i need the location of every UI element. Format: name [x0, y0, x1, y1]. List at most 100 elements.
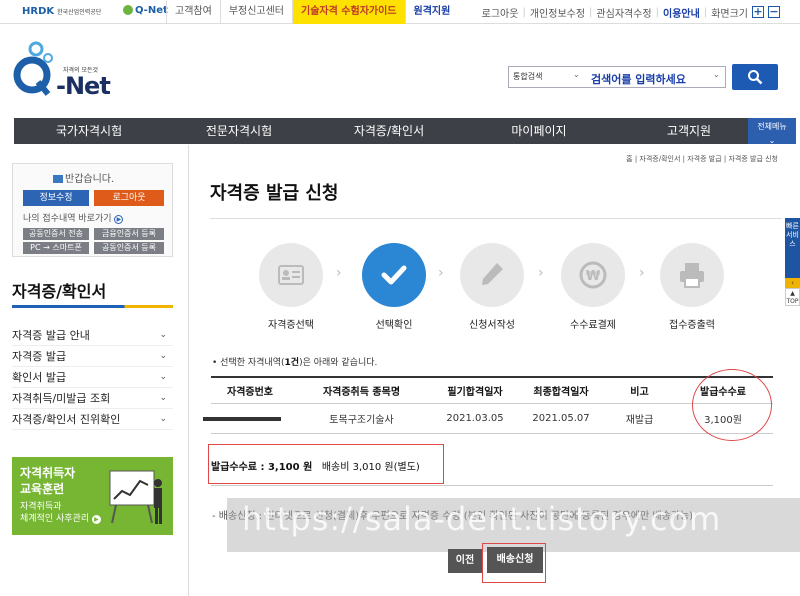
table-row: 토목구조기술사 2021.03.05 2021.05.07 재발급 3,100원 — [203, 404, 773, 434]
chevron-down-icon: ⌄ — [159, 330, 167, 340]
nav-item-professional-exam[interactable]: 전문자격시험 — [164, 118, 314, 144]
final-date-cell: 2021.05.07 — [532, 413, 590, 424]
check-icon — [362, 243, 426, 307]
search-input[interactable]: 검색어를 입력하세요 — [591, 71, 686, 87]
annotation-circle — [692, 369, 772, 441]
interest-link[interactable]: 관심자격수정 — [596, 5, 651, 20]
sidebar-item-issue[interactable]: 자격증 발급 ⌄ — [12, 346, 173, 367]
all-menu-button[interactable]: 전체메뉴 ⌄ — [748, 118, 796, 145]
nav-item-mypage[interactable]: 마이페이지 — [464, 118, 614, 144]
chevron-down-icon: ⌄ — [713, 70, 720, 79]
fee-divider — [211, 485, 773, 486]
qnet-small-logo[interactable]: Q-Net — [123, 5, 168, 16]
logout-link[interactable]: 로그아웃 — [482, 5, 519, 20]
cert-no-cell — [203, 404, 289, 433]
table-header: 자격증번호 자격증취득 종목명 필기합격일자 최종합격일자 비고 발급수수료 — [211, 376, 773, 404]
cert-transfer-button[interactable]: 공동인증서 전송 — [23, 228, 89, 240]
recent-application-link[interactable]: 나의 접수내역 바로가기 ▶ — [23, 211, 124, 224]
printer-icon — [660, 243, 724, 307]
qnet-logo[interactable]: 자격의 모든것 -Net — [10, 40, 111, 100]
usage-guide-link[interactable]: 이용안내 — [663, 5, 700, 20]
arrow-right-icon: ▶ — [114, 215, 124, 224]
svg-text:₩: ₩ — [586, 269, 601, 284]
hrdk-logo[interactable]: HRDK 한국산업인력공단 — [22, 6, 101, 17]
step-label: 접수증출력 — [669, 320, 715, 331]
nav-item-national-exam[interactable]: 국가자격시험 — [14, 118, 164, 144]
pc-to-phone-button[interactable]: PC → 스마트폰 — [23, 242, 89, 254]
cert-name-cell: 토목구조기술사 — [329, 415, 394, 426]
watermark-text: https://sala-dent.tistory.com — [242, 500, 722, 538]
delivery-fee: 배송비 3,010 원(별도) — [321, 462, 420, 473]
col-written-date: 필기합격일자 — [447, 387, 503, 398]
sidebar-title: 자격증/확인서 — [12, 282, 107, 301]
top-links: 고객참여 부정신고센터 기술자격 수험자가이드 원격지원 — [166, 0, 458, 24]
search-scope-select[interactable]: 통합검색 — [513, 71, 542, 82]
pencil-icon — [460, 243, 524, 307]
written-date-cell: 2021.03.05 — [446, 413, 504, 424]
chevron-right-icon: › — [336, 265, 342, 281]
logout-button[interactable]: 로그아웃 — [94, 190, 164, 206]
col-remark: 비고 — [630, 387, 649, 398]
zoom-out-button[interactable]: − — [768, 6, 780, 18]
top-link-report[interactable]: 부정신고센터 — [219, 0, 292, 24]
nav-item-certificate[interactable]: 자격증/확인서 — [314, 118, 464, 144]
col-final-date: 최종합격일자 — [533, 387, 589, 398]
step-payment: ₩ 수수료결제 — [558, 243, 628, 331]
prev-button[interactable]: 이전 — [448, 549, 482, 573]
chevron-down-icon: ⌄ — [159, 414, 167, 424]
chevron-down-icon: ⌄ — [159, 393, 167, 403]
public-cert-button[interactable]: 공동인증서 등록 — [94, 242, 164, 254]
chevron-right-icon: › — [639, 265, 645, 281]
title-divider — [210, 218, 782, 219]
col-cert-name: 자격증취득 종목명 — [322, 387, 401, 398]
remark-cell: 재발급 — [625, 415, 654, 426]
cert-table: 자격증번호 자격증취득 종목명 필기합격일자 최종합격일자 비고 발급수수료 토… — [203, 376, 773, 434]
sidebar-item-lookup[interactable]: 자격취득/미발급 조회 ⌄ — [12, 388, 173, 409]
sidebar-item-verify[interactable]: 자격증/확인서 진위확인 ⌄ — [12, 409, 173, 430]
zoom-in-button[interactable]: + — [752, 6, 764, 18]
banner-desc: 자격취득과 체계적인 사후관리 ▶ — [20, 501, 101, 525]
finance-cert-button[interactable]: 금융인증서 등록 — [94, 228, 164, 240]
search-button[interactable] — [732, 64, 778, 90]
presentation-board-icon — [109, 470, 162, 524]
chevron-left-icon[interactable]: ‹ — [785, 278, 800, 288]
sidebar-item-confirm[interactable]: 확인서 발급 ⌄ — [12, 367, 173, 388]
fee-summary: 발급수수료 : 3,100 원 배송비 3,010 원(별도) — [211, 458, 420, 473]
chevron-right-icon: › — [438, 265, 444, 281]
training-banner[interactable]: 자격취득자 교육훈련 자격취득과 체계적인 사후관리 ▶ — [12, 457, 173, 535]
screen-size-label: 화면크기 — [711, 8, 748, 20]
step-indicator: 자격증선택 › 선택확인 › 신청서작성 › ₩ 수수료결제 › 접수증출력 — [250, 243, 740, 333]
all-menu-label: 전체메뉴 — [757, 122, 787, 131]
chevron-down-icon: ⌄ — [159, 372, 167, 382]
welcome-text: 반갑습니다. — [53, 170, 114, 185]
step-application: 신청서작성 — [457, 243, 527, 331]
nav-item-support[interactable]: 고객지원 — [614, 118, 764, 144]
step-label: 선택확인 — [375, 320, 413, 331]
search-icon — [748, 70, 763, 85]
won-coin-icon: ₩ — [561, 243, 625, 307]
chevron-right-icon: › — [538, 265, 544, 281]
top-link-guide[interactable]: 기술자격 수험자가이드 — [292, 0, 405, 24]
id-card-icon — [259, 243, 323, 307]
annotation-box — [482, 543, 546, 583]
qnet-circle-icon — [123, 5, 133, 15]
banner-title: 자격취득자 교육훈련 — [20, 466, 76, 496]
chevron-down-icon: ⌄ — [573, 70, 580, 79]
arrow-right-icon: ▶ — [91, 515, 101, 524]
sidebar-menu: 자격증 발급 안내 ⌄ 자격증 발급 ⌄ 확인서 발급 ⌄ 자격취득/미발급 조회 ⌄ … — [12, 325, 173, 430]
edit-info-button[interactable]: 정보수정 — [23, 190, 89, 206]
step-label: 수수료결제 — [570, 320, 616, 331]
top-link-remote[interactable]: 원격지원 — [404, 0, 459, 24]
top-button[interactable]: ▲ TOP — [785, 288, 800, 306]
top-right-links: 로그아웃 | 개인정보수정 | 관심자격수정 | 이용안내 | 화면크기 + − — [481, 5, 780, 20]
step-label: 신청서작성 — [469, 320, 515, 331]
sidebar-item-issue-guide[interactable]: 자격증 발급 안내 ⌄ — [12, 325, 173, 346]
step-select-cert: 자격증선택 — [256, 243, 326, 331]
sidebar-title-underline — [12, 305, 173, 308]
top-link-customer[interactable]: 고객참여 — [166, 0, 220, 24]
main-nav: 국가자격시험 전문자격시험 자격증/확인서 마이페이지 고객지원 전체메뉴 ⌄ — [14, 118, 796, 145]
step-label: 자격증선택 — [268, 320, 314, 331]
step-confirm: 선택확인 — [359, 243, 429, 331]
chevron-down-icon: ⌄ — [768, 136, 776, 145]
edit-profile-link[interactable]: 개인정보수정 — [530, 5, 585, 20]
